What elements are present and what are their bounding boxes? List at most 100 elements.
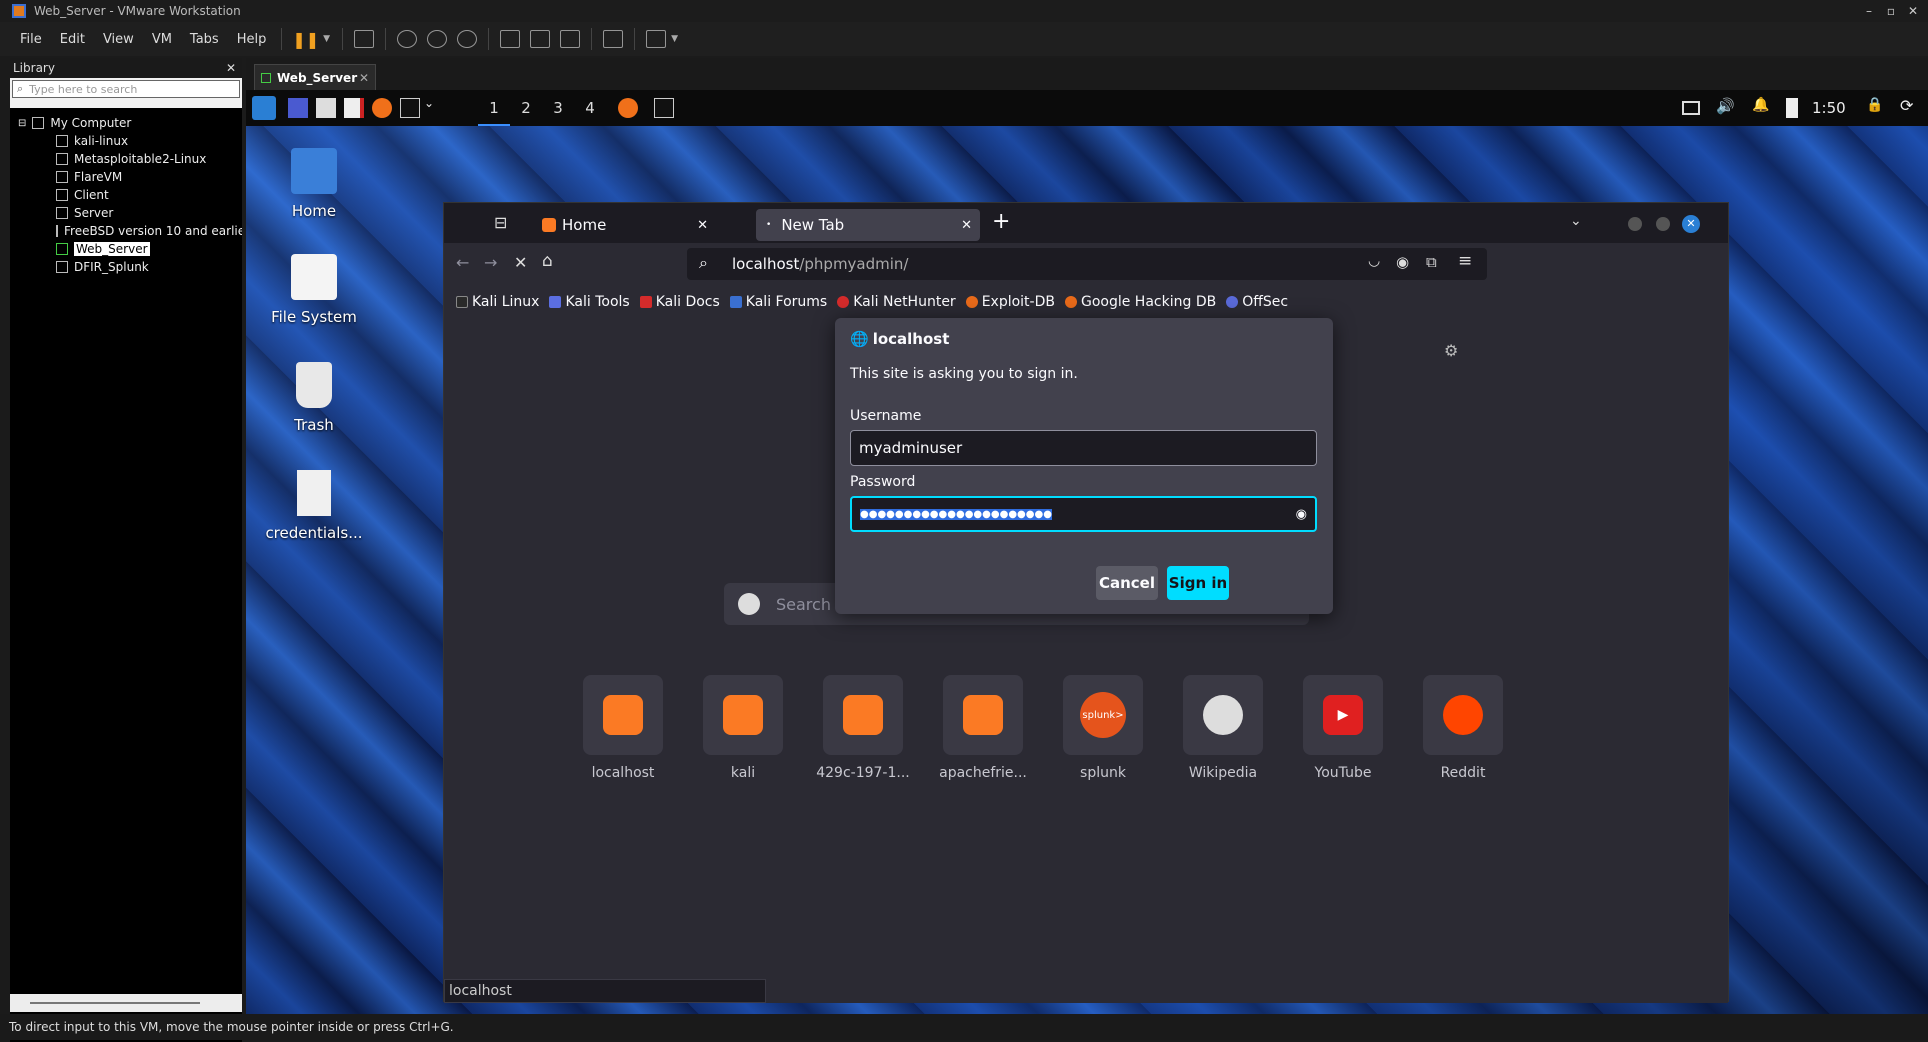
revert-snapshot-icon[interactable] — [427, 30, 448, 48]
bookmark-kali-forums[interactable]: Kali Forums — [729, 294, 827, 310]
bookmark-offsec[interactable]: OffSec — [1226, 294, 1288, 310]
desktop-icon-trash[interactable]: Trash — [254, 362, 374, 434]
back-icon[interactable]: ← — [456, 253, 469, 272]
tree-item-dfir-splunk[interactable]: DFIR_Splunk — [10, 258, 242, 276]
library-horizontal-scrollbar[interactable] — [10, 994, 242, 1012]
top-site-kali[interactable]: kali — [693, 675, 793, 781]
stretch-guest-icon[interactable] — [646, 30, 667, 48]
tree-item-flarevm[interactable]: FlareVM — [10, 168, 242, 186]
stop-loading-icon[interactable]: ✕ — [514, 253, 527, 272]
extensions-icon[interactable]: ⧉ — [1426, 253, 1437, 271]
new-tab-button[interactable]: + — [992, 209, 1010, 234]
send-ctrl-alt-del-icon[interactable] — [354, 30, 375, 48]
desktop-icon-credentials[interactable]: credentials... — [254, 470, 374, 542]
vm-tab-close-icon[interactable]: ✕ — [359, 71, 369, 85]
menu-help[interactable]: Help — [228, 32, 276, 47]
pocket-icon[interactable]: ◡ — [1368, 253, 1380, 269]
vm-tab-web-server[interactable]: Web_Server ✕ — [254, 64, 376, 90]
workspace-1[interactable]: 1 — [478, 90, 510, 126]
library-search-input[interactable]: ⌕ Type here to search — [12, 80, 240, 98]
tree-item-web-server[interactable]: Web_Server — [10, 240, 242, 258]
display-icon[interactable] — [1682, 101, 1700, 115]
terminal-dropdown-icon[interactable]: ⌄ — [424, 96, 444, 116]
tree-item-kali-linux[interactable]: kali-linux — [10, 132, 242, 150]
desktop-icon-home[interactable]: Home — [254, 148, 374, 220]
snapshot-manager-icon[interactable] — [457, 30, 478, 48]
top-site-wikipedia[interactable]: Wikipedia — [1173, 675, 1273, 781]
top-site-localhost[interactable]: localhost — [573, 675, 673, 781]
account-icon[interactable]: ◉ — [1396, 253, 1409, 271]
tree-item-metasploitable2[interactable]: Metasploitable2-Linux — [10, 150, 242, 168]
home-icon[interactable]: ⌂ — [542, 251, 553, 271]
tab-new-tab[interactable]: • New Tab ✕ — [756, 209, 980, 241]
desktop-icon-file-system[interactable]: File System — [254, 254, 374, 326]
lock-screen-icon[interactable]: 🔒 — [1866, 97, 1886, 117]
bookmark-kali-linux[interactable]: Kali Linux — [456, 294, 539, 310]
close-window-icon[interactable]: ✕ — [1682, 215, 1700, 233]
show-desktop-icon[interactable] — [288, 98, 308, 118]
forward-icon[interactable]: → — [484, 253, 497, 272]
reveal-password-icon[interactable]: ◉ — [1296, 507, 1307, 522]
minimize-icon[interactable]: – — [1858, 0, 1880, 22]
kali-menu-icon[interactable] — [252, 96, 276, 120]
maximize-icon[interactable]: ▫ — [1880, 0, 1902, 22]
menu-vm[interactable]: VM — [143, 32, 181, 47]
menu-view[interactable]: View — [94, 32, 143, 47]
settings-gear-icon[interactable]: ⚙ — [1444, 341, 1458, 360]
file-manager-icon[interactable] — [316, 98, 336, 118]
minimize-window-icon[interactable] — [1628, 217, 1642, 231]
cancel-button[interactable]: Cancel — [1096, 566, 1158, 600]
workspace-4[interactable]: 4 — [574, 90, 606, 126]
top-site-reddit[interactable]: Reddit — [1413, 675, 1513, 781]
top-site-apachefriends[interactable]: apachefrie... — [933, 675, 1033, 781]
list-all-tabs-icon[interactable]: ⌄ — [1570, 213, 1582, 229]
url-bar[interactable]: ⌕ localhost /phpmyadmin/ — [687, 248, 1487, 280]
workspace-3[interactable]: 3 — [542, 90, 574, 126]
bookmark-kali-docs[interactable]: Kali Docs — [639, 294, 720, 310]
console-view-icon[interactable] — [603, 30, 624, 48]
bookmark-google-hacking-db[interactable]: Google Hacking DB — [1064, 294, 1216, 310]
terminal-icon[interactable] — [400, 98, 420, 118]
menu-edit[interactable]: Edit — [51, 32, 94, 47]
firefox-view-icon[interactable]: ⊟ — [494, 213, 507, 232]
show-library-icon[interactable] — [500, 30, 521, 48]
bookmark-kali-nethunter[interactable]: Kali NetHunter — [837, 294, 956, 310]
library-close-icon[interactable]: ✕ — [226, 61, 236, 75]
top-site-429c[interactable]: 429c-197-1... — [813, 675, 913, 781]
pause-dropdown-icon[interactable]: ▼ — [323, 34, 330, 44]
maximize-window-icon[interactable] — [1656, 217, 1670, 231]
password-field[interactable]: ●●●●●●●●●●●●●●●●●●●●●● ◉ — [850, 496, 1317, 532]
workspace-2[interactable]: 2 — [510, 90, 542, 126]
menu-tabs[interactable]: Tabs — [181, 32, 228, 47]
bookmark-kali-tools[interactable]: Kali Tools — [549, 294, 630, 310]
volume-icon[interactable]: 🔊 — [1716, 97, 1736, 117]
firefox-icon[interactable] — [372, 98, 392, 118]
logout-icon[interactable]: ⟳ — [1900, 96, 1920, 116]
taskbar-firefox-icon[interactable] — [618, 98, 638, 118]
tree-item-freebsd[interactable]: FreeBSD version 10 and earlier — [10, 222, 242, 240]
tab-close-icon[interactable]: ✕ — [961, 218, 972, 233]
tree-item-server[interactable]: Server — [10, 204, 242, 222]
tab-close-icon[interactable]: ✕ — [697, 218, 708, 233]
tree-item-client[interactable]: Client — [10, 186, 242, 204]
notification-bell-icon[interactable]: 🔔 — [1752, 97, 1772, 117]
menu-file[interactable]: File — [0, 32, 51, 47]
collapse-icon[interactable]: ⊟ — [18, 118, 26, 129]
sign-in-button[interactable]: Sign in — [1167, 566, 1229, 600]
top-site-youtube[interactable]: ▶ YouTube — [1293, 675, 1393, 781]
tab-home[interactable]: Home ✕ — [532, 209, 714, 241]
full-screen-icon[interactable] — [560, 30, 581, 48]
battery-icon[interactable] — [1786, 98, 1798, 118]
app-menu-icon[interactable]: ≡ — [1458, 251, 1472, 271]
text-editor-icon[interactable] — [344, 98, 364, 118]
stretch-dropdown-icon[interactable]: ▼ — [671, 34, 678, 44]
tree-root[interactable]: ⊟ My Computer — [10, 114, 242, 132]
snapshot-icon[interactable] — [397, 30, 418, 48]
taskbar-terminal-icon[interactable] — [654, 98, 674, 118]
top-site-splunk[interactable]: splunk> splunk — [1053, 675, 1153, 781]
close-icon[interactable]: ✕ — [1902, 0, 1924, 22]
pause-icon[interactable]: ❚❚ — [292, 30, 319, 49]
username-field[interactable]: myadminuser — [850, 430, 1317, 466]
bookmark-exploit-db[interactable]: Exploit-DB — [965, 294, 1055, 310]
thumbnail-bar-icon[interactable] — [530, 30, 551, 48]
